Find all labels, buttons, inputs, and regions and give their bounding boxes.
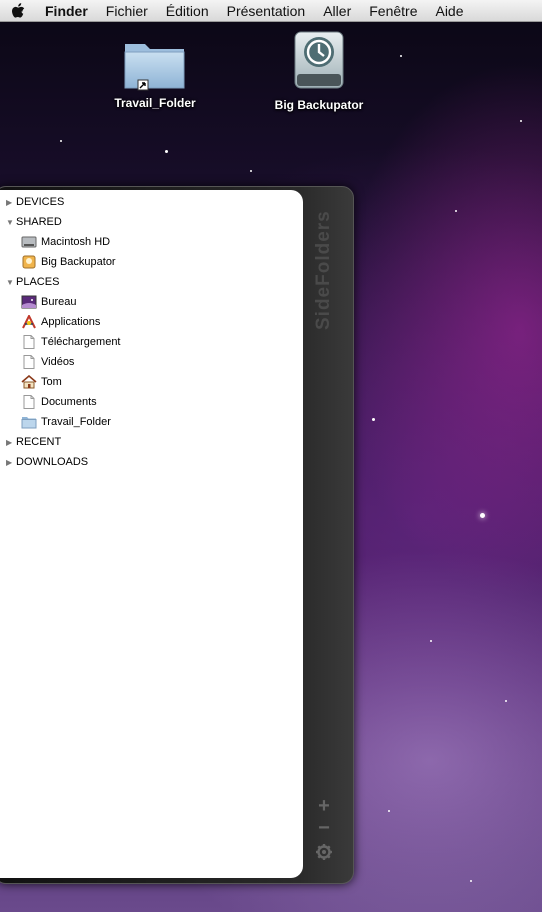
menu-edition[interactable]: Édition [157,3,218,19]
menu-fichier[interactable]: Fichier [97,3,157,19]
section-label: DEVICES [16,196,65,208]
list-item-applications[interactable]: Applications [0,312,300,332]
section-devices[interactable]: ▶ DEVICES [0,192,300,212]
section-label: RECENT [16,436,62,448]
star [520,120,522,122]
gear-icon[interactable] [314,843,334,866]
list-item-label: Bureau [41,296,77,308]
add-button[interactable]: + [314,795,334,818]
section-label: SHARED [16,216,62,228]
list-item-label: Téléchargement [41,336,121,348]
star [480,513,485,518]
star [388,810,390,812]
desktop-icon-big-backupator[interactable]: Big Backupator [266,30,372,112]
list-item-label: Travail_Folder [41,416,111,428]
star [430,640,432,642]
menu-bar: Finder Fichier Édition Présentation Alle… [0,0,542,22]
list-item-label: Macintosh HD [41,236,111,248]
menu-aide[interactable]: Aide [426,3,472,19]
sidefolders-tree: ▶ DEVICES ▼ SHARED Macintosh HD Big Back… [0,192,300,472]
home-icon [21,375,37,389]
apple-icon[interactable] [0,2,36,19]
document-icon [23,395,35,409]
list-item-travail-folder[interactable]: Travail_Folder [0,412,300,432]
list-item-telechargement[interactable]: Téléchargement [0,332,300,352]
disclosure-triangle-icon[interactable]: ▼ [6,278,16,287]
external-drive-icon [22,255,36,269]
disclosure-triangle-icon[interactable]: ▼ [6,218,16,227]
desktop-icon-label: Travail_Folder [114,96,196,110]
section-shared[interactable]: ▼ SHARED [0,212,300,232]
section-label: PLACES [16,276,60,288]
remove-button[interactable]: − [314,817,334,840]
list-item-label: Documents [41,396,97,408]
list-item-label: Applications [41,316,101,328]
list-item-label: Vidéos [41,356,75,368]
disclosure-triangle-icon[interactable]: ▶ [6,438,16,447]
desktop-icon [21,295,37,309]
star [470,880,472,882]
folder-alias-icon [124,44,185,91]
disclosure-triangle-icon[interactable]: ▶ [6,458,16,467]
star [250,170,252,172]
section-recent[interactable]: ▶ RECENT [0,432,300,452]
time-machine-drive-icon [294,31,344,89]
star [505,700,507,702]
menu-finder[interactable]: Finder [36,3,97,19]
sidefolders-title: SideFolders [313,210,334,330]
section-places[interactable]: ▼ PLACES [0,272,300,292]
list-item-big-backupator[interactable]: Big Backupator [0,252,300,272]
section-downloads[interactable]: ▶ DOWNLOADS [0,452,300,472]
list-item-label: Big Backupator [41,256,116,268]
desktop-icon-travail-folder[interactable]: Travail_Folder [105,36,205,110]
document-icon [23,355,35,369]
document-icon [23,335,35,349]
desktop-icon-label: Big Backupator [274,98,364,112]
star [165,150,168,153]
list-item-documents[interactable]: Documents [0,392,300,412]
star [455,210,457,212]
menu-aller[interactable]: Aller [314,3,360,19]
list-item-tom[interactable]: Tom [0,372,300,392]
star [400,55,402,57]
section-label: DOWNLOADS [16,456,89,468]
list-item-macintosh-hd[interactable]: Macintosh HD [0,232,300,252]
menu-fenetre[interactable]: Fenêtre [360,3,426,19]
applications-icon [22,315,36,329]
list-item-bureau[interactable]: Bureau [0,292,300,312]
folder-icon [21,417,37,429]
star [372,418,375,421]
menu-presentation[interactable]: Présentation [218,3,315,19]
disclosure-triangle-icon[interactable]: ▶ [6,198,16,207]
hard-drive-icon [21,236,37,248]
star [60,140,62,142]
list-item-videos[interactable]: Vidéos [0,352,300,372]
list-item-label: Tom [41,376,62,388]
